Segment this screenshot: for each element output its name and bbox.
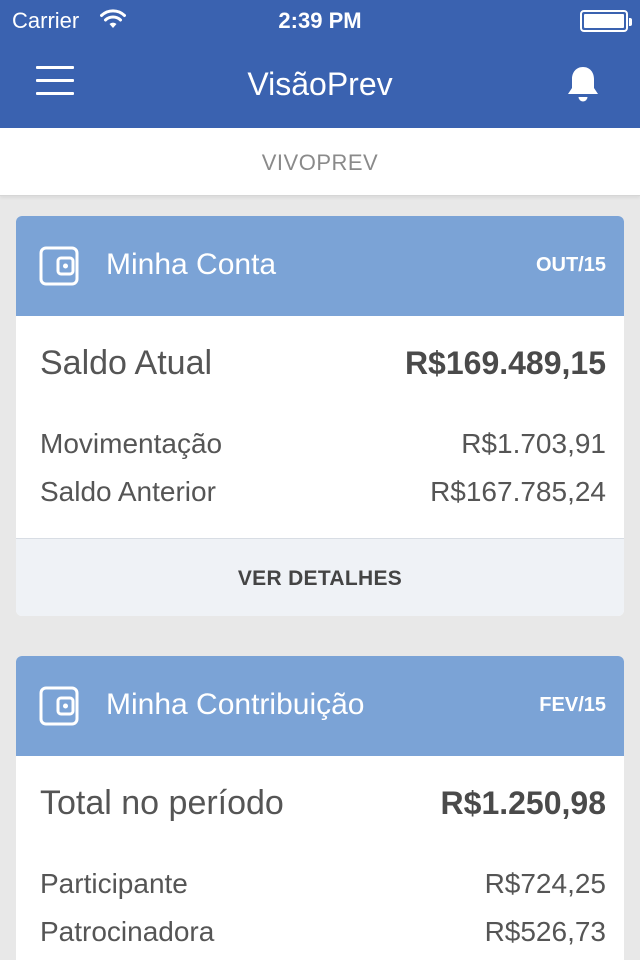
- total-period-row: Total no período R$1.250,98: [40, 784, 606, 823]
- card-header: Minha Contribuição FEV/15: [16, 656, 624, 756]
- previous-balance-row: Saldo Anterior R$167.785,24: [40, 476, 606, 508]
- account-card: Minha Conta OUT/15 Saldo Atual R$169.489…: [16, 216, 624, 616]
- movement-value: R$1.703,91: [461, 428, 606, 459]
- sponsor-row: Patrocinadora R$526,73: [40, 916, 606, 948]
- previous-balance-value: R$167.785,24: [430, 476, 606, 507]
- participant-row: Participante R$724,25: [40, 868, 606, 900]
- wallet-icon: [39, 246, 79, 286]
- card-header: Minha Conta OUT/15: [16, 216, 624, 316]
- bell-icon[interactable]: [564, 64, 602, 104]
- sponsor-value: R$526,73: [484, 916, 606, 947]
- plan-header: VIVOPREV: [0, 128, 640, 196]
- card-title: Minha Conta: [106, 248, 277, 281]
- wallet-icon: [39, 686, 79, 726]
- card-period: FEV/15: [539, 694, 606, 716]
- participant-value: R$724,25: [484, 868, 606, 899]
- contribution-card: Minha Contribuição FEV/15 Total no perío…: [16, 656, 624, 960]
- card-title: Minha Contribuição: [106, 688, 365, 721]
- movement-label: Movimentação: [40, 428, 223, 459]
- balance-label: Saldo Atual: [40, 344, 213, 382]
- sponsor-label: Patrocinadora: [40, 916, 215, 947]
- status-bar: Carrier 2:39 PM: [0, 0, 640, 40]
- see-details-button[interactable]: VER DETALHES: [16, 538, 624, 616]
- total-period-value: R$1.250,98: [440, 785, 606, 821]
- balance-row: Saldo Atual R$169.489,15: [40, 344, 606, 383]
- balance-value: R$169.489,15: [404, 345, 606, 381]
- plan-name: VIVOPREV: [261, 150, 379, 175]
- see-details-label: VER DETALHES: [237, 567, 403, 590]
- previous-balance-label: Saldo Anterior: [40, 476, 216, 507]
- movement-row: Movimentação R$1.703,91: [40, 428, 606, 460]
- total-period-label: Total no período: [40, 784, 284, 822]
- participant-label: Participante: [40, 868, 188, 899]
- status-time: 2:39 PM: [278, 8, 362, 33]
- battery-icon: [580, 10, 632, 32]
- nav-bar: VisãoPrev: [0, 40, 640, 128]
- app-title: VisãoPrev: [247, 66, 393, 102]
- card-period: OUT/15: [535, 254, 606, 276]
